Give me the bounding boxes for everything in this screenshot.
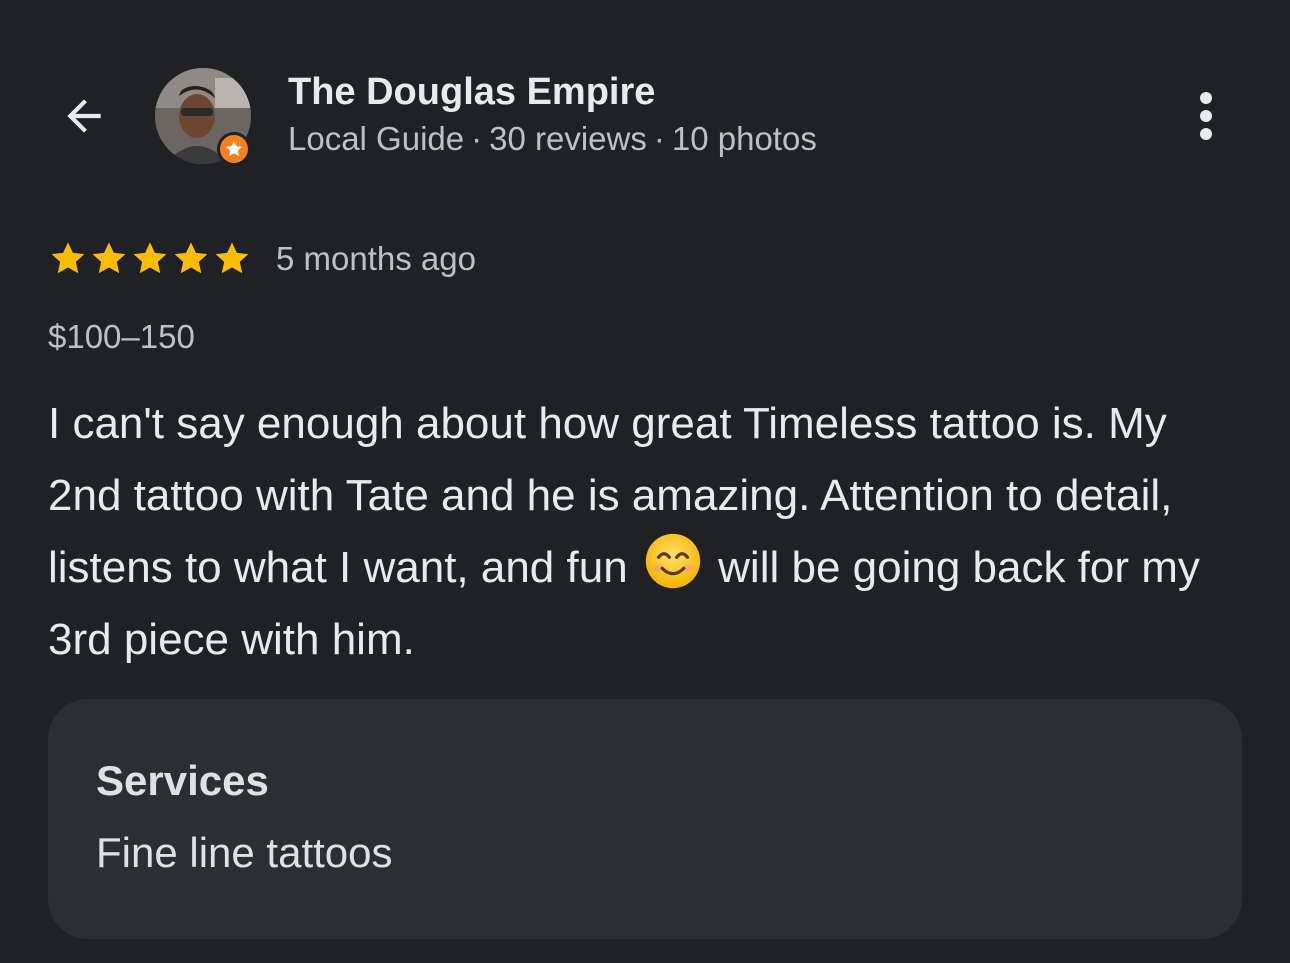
- arrow-back-icon: [67, 99, 101, 133]
- star-icon: [133, 242, 167, 274]
- more-options-button[interactable]: [1180, 84, 1232, 148]
- star-icon: [51, 242, 85, 274]
- review-count: 30 reviews: [489, 120, 647, 157]
- local-guide-label: Local Guide: [288, 120, 465, 157]
- avatar[interactable]: [155, 68, 253, 166]
- back-button[interactable]: [52, 84, 116, 148]
- separator: ·: [471, 120, 483, 157]
- rating-row: 5 months ago: [48, 236, 476, 282]
- more-vert-icon: [1200, 92, 1212, 104]
- price-range: $100–150: [48, 318, 195, 355]
- review-text: I can't say enough about how great Timel…: [48, 388, 1248, 676]
- review-time: 5 months ago: [276, 240, 476, 277]
- reviewer-header: The Douglas Empire Local Guide · 30 review…: [0, 62, 1290, 172]
- smiling-face-emoji: [645, 533, 701, 589]
- separator: ·: [653, 120, 665, 157]
- more-vert-icon-dot: [1200, 128, 1212, 140]
- star-badge-icon: [226, 141, 242, 157]
- more-vert-icon-dot: [1200, 110, 1212, 122]
- star-icon: [92, 242, 126, 274]
- star-icon: [215, 242, 249, 274]
- reviewer-name[interactable]: The Douglas Empire: [288, 71, 655, 114]
- services-card: Services Fine line tattoos: [48, 699, 1242, 939]
- local-guide-badge: [217, 132, 251, 166]
- review-page: The Douglas Empire Local Guide · 30 review…: [0, 0, 1290, 963]
- reviewer-stats: Local Guide · 30 reviews · 10 photos: [288, 120, 817, 158]
- services-title: Services: [96, 757, 269, 804]
- star-icon: [174, 242, 208, 274]
- photo-count: 10 photos: [671, 120, 817, 157]
- services-value: Fine line tattoos: [96, 829, 393, 876]
- star-rating: [48, 239, 252, 279]
